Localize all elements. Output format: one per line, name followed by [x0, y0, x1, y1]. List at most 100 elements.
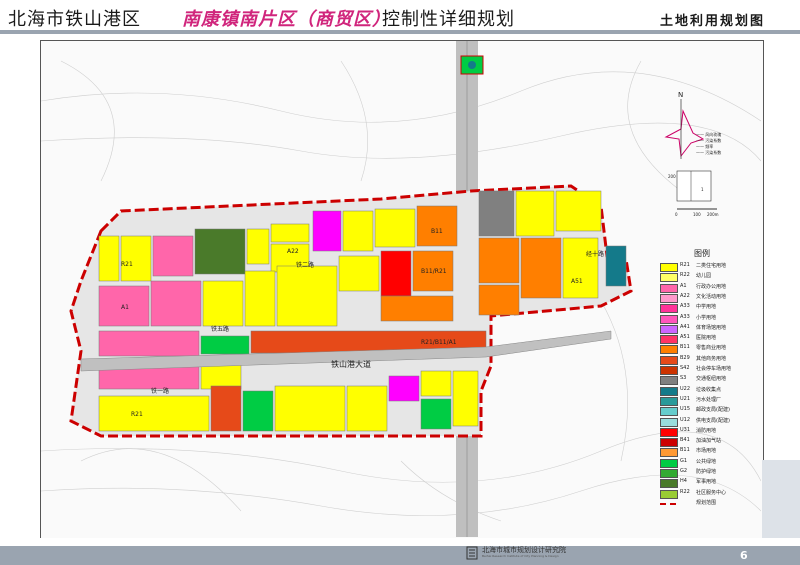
- legend-code: B29: [680, 354, 690, 361]
- rose-legend-2: —— 污染系数: [696, 137, 721, 143]
- legend-swatch: [660, 283, 678, 293]
- legend-code: B11: [680, 447, 690, 454]
- block-label-3: B11: [431, 228, 443, 235]
- legend-code: S42: [680, 365, 690, 371]
- legend-label: 二类住宅用地: [696, 263, 727, 269]
- legend-label: 体育场馆用地: [696, 324, 727, 331]
- road-label-main: 铁山港大道: [331, 359, 371, 369]
- legend-swatch: [660, 427, 678, 437]
- legend-swatch: [660, 489, 678, 499]
- legend-swatch: [660, 469, 678, 478]
- legend-item: H4 军事用地: [660, 478, 756, 489]
- legend-item: U15 邮政支局(配建): [660, 406, 756, 417]
- legend-item: G2 防护绿地: [660, 468, 756, 478]
- land-use-map[interactable]: 铁山港大道 铁二路 铁五路 铁一路 经十路 B11/R21 R21/B11/A1…: [41, 41, 761, 537]
- legend-label: 垃圾收集点: [696, 386, 722, 393]
- legend-label: 供电支局(配建): [696, 417, 730, 424]
- map-title: 土地利用规划图: [660, 14, 766, 29]
- block-label-7: R21: [131, 411, 143, 418]
- legend-swatch: [660, 417, 678, 427]
- legend-item: A33 小学用地: [660, 313, 756, 324]
- legend-code: U22: [680, 385, 691, 392]
- institute-name-en: Beihai Research Institute of City Planni…: [482, 554, 559, 558]
- legend-swatch: [660, 396, 678, 406]
- legend-item: R21 二类住宅用地: [660, 262, 756, 272]
- legend-label: 中学用地: [696, 304, 717, 311]
- legend-label: 行政办公用地: [696, 283, 727, 290]
- legend-item: A1 行政办公用地: [660, 283, 756, 293]
- legend-swatch: [660, 407, 678, 417]
- legend-swatch: [660, 386, 678, 396]
- legend-label: 防护绿地: [696, 469, 717, 475]
- legend-swatch: [660, 293, 678, 303]
- legend-label: 消防用地: [696, 427, 717, 434]
- legend-swatch: [660, 324, 678, 334]
- legend-swatch: [660, 273, 678, 283]
- legend-code: R22: [680, 272, 690, 279]
- legend-item: U12 供电支局(配建): [660, 416, 756, 427]
- footer-bar: [0, 546, 800, 565]
- legend-item: R22 社区服务中心: [660, 488, 756, 499]
- legend-label: 小学用地: [696, 314, 717, 321]
- footer-spacer: [0, 538, 800, 546]
- legend-label: 文化活动用地: [696, 293, 727, 300]
- legend-code: U21: [680, 395, 691, 402]
- legend-label: 其他商务用地: [696, 355, 727, 362]
- legend-label: 零售商业用地: [696, 345, 727, 352]
- legend-code: A33: [680, 313, 690, 320]
- legend-swatch: [660, 448, 678, 458]
- legend-item: B29 其他商务用地: [660, 354, 756, 365]
- road-label-e: 经十路: [586, 250, 604, 258]
- legend-item: A41 体育场馆用地: [660, 323, 756, 334]
- legend-code: S3: [680, 375, 687, 382]
- legend-label: 医院用地: [696, 335, 717, 342]
- page-number: 6: [740, 549, 748, 562]
- legend-item: B11 市场用地: [660, 447, 756, 458]
- legend-swatch: [660, 345, 678, 355]
- legend-label: 交通枢纽用地: [696, 376, 727, 383]
- legend-code: A41: [680, 323, 690, 330]
- legend-item: G1 公共绿地: [660, 457, 756, 468]
- block-label-2: R21/B11/A1: [421, 339, 457, 346]
- legend-item: B11 零售商业用地: [660, 344, 756, 355]
- block-label-6: A51: [571, 278, 583, 285]
- legend-code: R22: [680, 488, 690, 495]
- legend-code: U15: [680, 406, 691, 413]
- scale-bar: 200 1 0 100 200m: [668, 170, 719, 217]
- legend-item: A33 中学用地: [660, 303, 756, 314]
- header-bar: 北海市铁山港区 南康镇南片区（商贸区） 控制性详细规划 土地利用规划图: [0, 0, 800, 30]
- block-label-1: B11/R21: [421, 268, 447, 275]
- legend-swatch: [660, 304, 678, 314]
- legend-item: 规划范围: [660, 499, 756, 507]
- legend-code: U12: [680, 416, 691, 423]
- block-label-8: A22: [287, 248, 299, 255]
- title-area: 南康镇南片区（商贸区）: [182, 9, 391, 30]
- legend-code: A33: [680, 303, 690, 310]
- rose-legend-4: —— 污染系数: [696, 149, 721, 155]
- rose-legend-1: —— 风向玫瑰: [696, 131, 721, 137]
- legend-swatch: [660, 335, 678, 345]
- svg-text:0: 0: [675, 212, 678, 217]
- legend-label: 幼儿园: [696, 273, 712, 280]
- legend-label: 公共绿地: [696, 458, 717, 465]
- svg-text:200: 200: [668, 174, 676, 179]
- legend-label: 邮政支局(配建): [696, 407, 730, 414]
- legend-label: 社区服务中心: [696, 489, 727, 496]
- block-label-4: R21: [121, 261, 133, 268]
- legend-label: 加油加气站: [696, 438, 722, 445]
- legend-item: R22 幼儿园: [660, 272, 756, 283]
- legend-label: 军事用地: [696, 479, 717, 486]
- legend-item: A22 文化活动用地: [660, 292, 756, 303]
- legend-item: U31 消防用地: [660, 427, 756, 437]
- legend-swatch: [660, 438, 678, 448]
- legend-code: A22: [680, 292, 690, 299]
- legend-code: A51: [680, 334, 690, 341]
- legend-label: 市场用地: [696, 448, 717, 455]
- legend-item: S42 社会停车场用地: [660, 365, 756, 375]
- block-label-5: A1: [121, 304, 129, 311]
- legend-code: H4: [680, 478, 687, 485]
- rose-legend-3: —— 频率: [696, 143, 713, 149]
- road-label-n2: 铁五路: [211, 325, 229, 333]
- legend-code: G1: [680, 457, 688, 464]
- road-label-n1: 铁二路: [296, 261, 314, 269]
